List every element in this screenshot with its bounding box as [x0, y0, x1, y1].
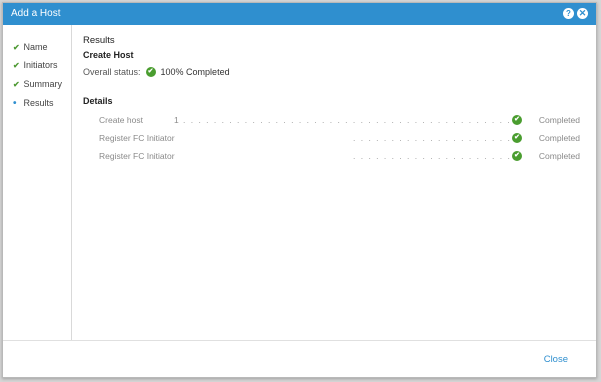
step-name[interactable]: ✔ Name [13, 40, 48, 54]
success-check-icon: ✔ [512, 151, 522, 161]
results-panel: Results Create Host Overall status: ✔ 10… [83, 25, 596, 341]
success-check-icon: ✔ [512, 115, 522, 125]
wizard-steps: ✔ Name ✔ Initiators ✔ Summary • Results [3, 25, 72, 341]
close-icon[interactable]: ✕ [577, 8, 588, 19]
step-label: Summary [23, 79, 63, 89]
detail-status: Completed [538, 151, 580, 161]
help-icon[interactable]: ? [563, 8, 574, 19]
detail-count: 1 [174, 115, 179, 125]
overall-status-label: Overall status: [83, 67, 141, 77]
step-summary[interactable]: ✔ Summary [13, 77, 62, 91]
overall-status: Overall status: ✔ 100% Completed [83, 67, 230, 77]
bullet-icon: • [13, 98, 17, 109]
detail-status: Completed [538, 133, 580, 143]
detail-row: Register FC Initiator . . . . . . . . . … [99, 150, 580, 162]
success-check-icon: ✔ [145, 67, 156, 77]
details-heading: Details [83, 96, 113, 106]
detail-row: Register FC Initiator . . . . . . . . . … [99, 132, 580, 144]
close-button[interactable]: Close [544, 354, 568, 365]
results-heading: Results [83, 35, 115, 46]
detail-label: Create host [99, 115, 143, 125]
check-icon: ✔ [13, 43, 20, 52]
leader-dots: . . . . . . . . . . . . . . . . . . . . … [353, 151, 512, 161]
success-check-icon: ✔ [512, 133, 522, 143]
detail-row: Create host 1 . . . . . . . . . . . . . … [99, 114, 580, 126]
leader-dots: . . . . . . . . . . . . . . . . . . . . … [353, 133, 512, 143]
add-host-dialog: Add a Host ? ✕ ✔ Name ✔ Initiators ✔ Sum… [2, 2, 597, 378]
dialog-title: Add a Host [11, 8, 61, 19]
check-icon: ✔ [13, 61, 20, 70]
step-initiators[interactable]: ✔ Initiators [13, 58, 58, 72]
leader-dots: . . . . . . . . . . . . . . . . . . . . … [183, 115, 512, 125]
check-icon: ✔ [13, 80, 20, 89]
detail-label: Register FC Initiator [99, 133, 175, 143]
create-host-heading: Create Host [83, 50, 134, 60]
step-label: Name [23, 42, 48, 52]
detail-status: Completed [538, 115, 580, 125]
step-label: Results [23, 98, 54, 108]
dialog-titlebar: Add a Host ? ✕ [3, 3, 596, 25]
detail-label: Register FC Initiator [99, 151, 175, 161]
overall-status-value: 100% Completed [160, 67, 230, 77]
step-label: Initiators [23, 60, 58, 70]
step-results[interactable]: • Results [13, 96, 54, 110]
dialog-footer: Close [3, 340, 596, 377]
